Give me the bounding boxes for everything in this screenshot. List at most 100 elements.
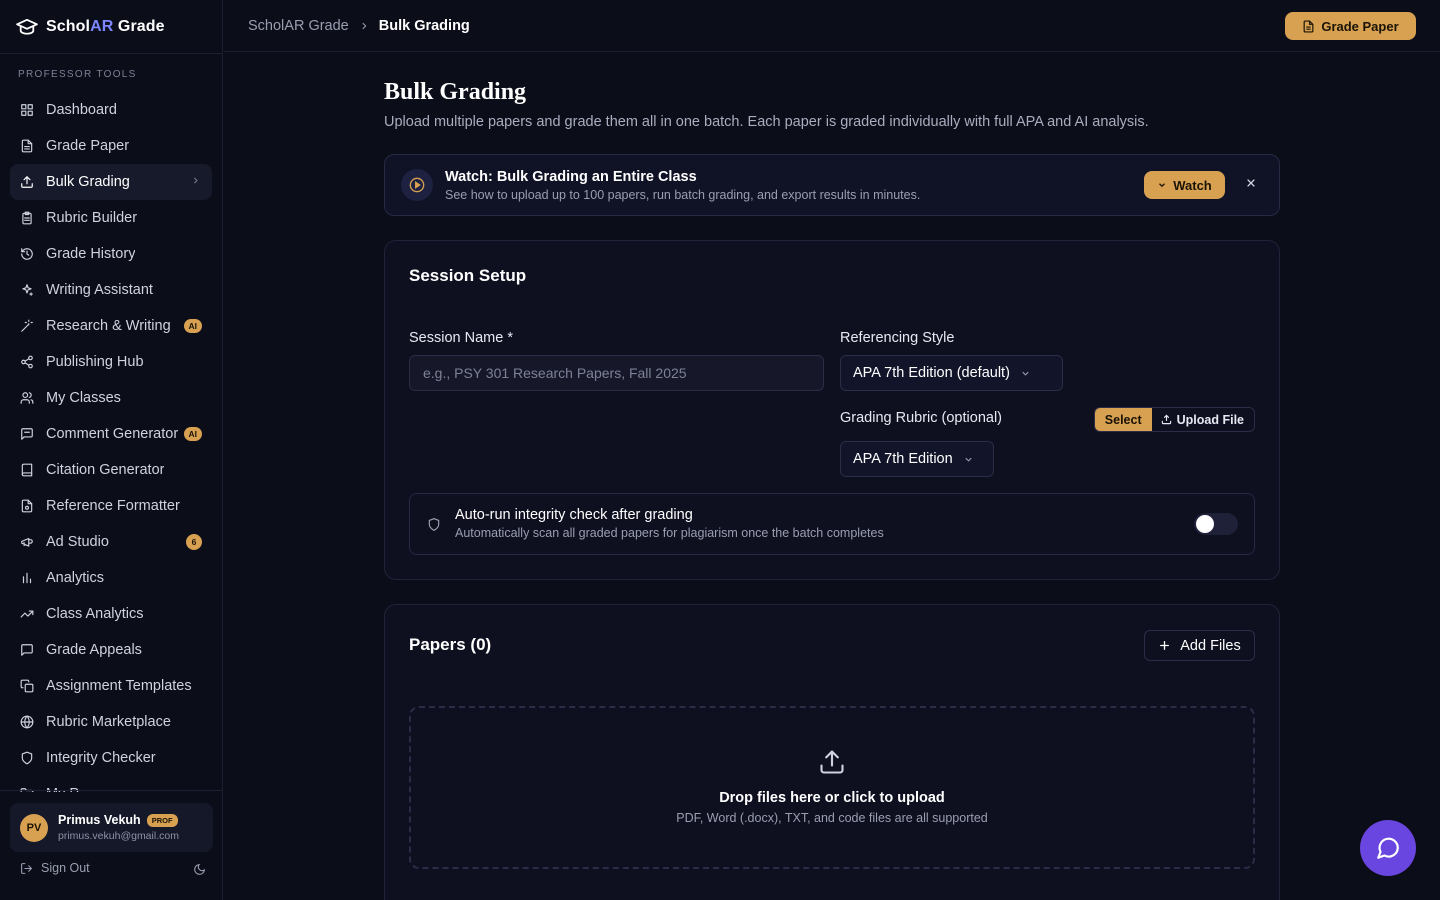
integrity-check-row: Auto-run integrity check after grading A… — [409, 493, 1255, 555]
chevron-down-icon — [1159, 183, 1166, 188]
sidebar-item-label: Research & Writing — [46, 318, 171, 334]
sidebar-item-my-classes[interactable]: My Classes — [10, 380, 212, 416]
sidebar-item-label: Publishing Hub — [46, 354, 144, 370]
trending-icon — [20, 610, 34, 618]
play-circle-icon[interactable] — [401, 169, 433, 201]
sidebar-item-publishing-hub[interactable]: Publishing Hub — [10, 344, 212, 380]
session-setup-card: Session Setup Session Name * e.g., PSY 3… — [384, 240, 1280, 580]
brand[interactable]: ScholAR Grade — [0, 0, 222, 54]
copy-icon — [20, 679, 34, 693]
message-circle-icon — [1377, 837, 1399, 859]
sidebar-item-label: Bulk Grading — [46, 174, 130, 190]
integrity-subtitle: Automatically scan all graded papers for… — [455, 526, 884, 540]
chevron-right-icon — [362, 22, 367, 29]
sidebar-item-label: Analytics — [46, 570, 105, 586]
rubric-select-tab[interactable]: Select — [1094, 408, 1152, 431]
grade-paper-button[interactable]: Grade Paper — [1285, 12, 1416, 40]
main-content: Bulk Grading Upload multiple papers and … — [384, 52, 1280, 900]
watch-title: Watch: Bulk Grading an Entire Class — [445, 168, 697, 185]
dropzone-title: Drop files here or click to upload — [719, 790, 945, 806]
dropzone-subtitle: PDF, Word (.docx), TXT, and code files a… — [676, 811, 988, 825]
sidebar-item-label: Integrity Checker — [46, 750, 156, 766]
sidebar-item-label: Rubric Marketplace — [46, 714, 171, 730]
user-email: primus.vekuh@gmail.com — [58, 830, 179, 842]
sidebar-item-assignment-templates[interactable]: Assignment Templates — [10, 668, 212, 704]
wand-icon — [21, 319, 33, 332]
rubric-upload-tab[interactable]: Upload File — [1152, 408, 1254, 431]
sidebar-item-label: Class Analytics — [46, 606, 144, 622]
sidebar: ScholAR Grade PROFESSOR TOOLS Dashboard G… — [0, 0, 223, 900]
message-square-icon — [21, 644, 33, 656]
moon-icon[interactable] — [193, 863, 206, 876]
log-out-icon — [21, 862, 33, 874]
file-icon — [21, 139, 33, 153]
sidebar-item-comment-generator[interactable]: Comment Generator AI — [10, 416, 212, 452]
session-name-input[interactable]: e.g., PSY 301 Research Papers, Fall 2025 — [409, 355, 824, 391]
watch-subtitle: See how to upload up to 100 papers, run … — [445, 187, 921, 202]
sidebar-item-bulk-grading[interactable]: Bulk Grading — [10, 164, 212, 200]
papers-title: Papers (0) — [409, 635, 492, 654]
integrity-toggle[interactable] — [1194, 513, 1238, 535]
user-card[interactable]: PV Primus Vekuh PROF primus.vekuh@gmail.c… — [10, 803, 213, 852]
sidebar-item-grade-history[interactable]: Grade History — [10, 236, 212, 272]
sidebar-item-integrity-checker[interactable]: Integrity Checker — [10, 740, 212, 776]
sidebar-item-analytics[interactable]: Analytics — [10, 560, 212, 596]
sidebar-item-reference-formatter[interactable]: Reference Formatter — [10, 488, 212, 524]
brand-name: ScholAR Grade — [46, 17, 165, 35]
shield-icon — [21, 751, 33, 765]
sidebar-item-citation-generator[interactable]: Citation Generator — [10, 452, 212, 488]
sidebar-item-grade-appeals[interactable]: Grade Appeals — [10, 632, 212, 668]
sidebar-item-label: My Classes — [46, 390, 121, 406]
plus-icon — [1160, 641, 1170, 650]
section-label: PROFESSOR TOOLS — [18, 69, 137, 80]
book-icon — [21, 463, 33, 477]
watch-button[interactable]: Watch — [1144, 171, 1225, 199]
chevron-right-icon — [194, 177, 198, 184]
history-icon — [21, 248, 33, 260]
sidebar-item-label: Citation Generator — [46, 462, 165, 478]
sidebar-item-label: Writing Assistant — [46, 282, 153, 298]
add-files-button[interactable]: Add Files — [1144, 630, 1255, 661]
sidebar-item-label: Grade Appeals — [46, 642, 142, 658]
sidebar-item-label: Dashboard — [46, 102, 117, 118]
breadcrumb-root[interactable]: ScholAR Grade — [248, 18, 349, 34]
count-badge: 6 — [186, 534, 202, 550]
role-badge: PROF — [146, 813, 178, 827]
users-icon — [20, 392, 34, 404]
bar-chart-icon — [22, 572, 32, 584]
chevron-down-icon — [965, 457, 972, 462]
chat-button[interactable] — [1360, 820, 1416, 876]
file-icon — [1303, 19, 1314, 33]
sidebar-item-label: Assignment Templates — [46, 678, 192, 694]
sidebar-item-ad-studio[interactable]: Ad Studio 6 — [10, 524, 212, 560]
sidebar-item-dashboard[interactable]: Dashboard — [10, 92, 212, 128]
sidebar-item-rubric-marketplace[interactable]: Rubric Marketplace — [10, 704, 212, 740]
sidebar-item-research-writing[interactable]: Research & Writing AI — [10, 308, 212, 344]
sidebar-item-label: Grade History — [46, 246, 136, 262]
ai-badge: AI — [183, 319, 202, 333]
topbar: ScholAR Grade Bulk Grading Grade Paper — [224, 0, 1440, 52]
chevron-down-icon — [1022, 371, 1029, 376]
sidebar-nav: Dashboard Grade Paper Bulk Grading Rubric B… — [10, 92, 212, 792]
user-name: Primus Vekuh — [58, 813, 141, 827]
page-subtitle: Upload multiple papers and grade them al… — [384, 114, 1149, 130]
referencing-style-select[interactable]: APA 7th Edition (default) — [840, 355, 1063, 391]
close-icon[interactable] — [1245, 177, 1257, 189]
watch-banner: Watch: Bulk Grading an Entire Class See … — [384, 154, 1280, 216]
sidebar-item-grade-paper[interactable]: Grade Paper — [10, 128, 212, 164]
papers-card: Papers (0) Add Files Drop files here or … — [384, 604, 1280, 900]
file-cog-icon — [21, 499, 33, 513]
file-dropzone[interactable]: Drop files here or click to upload PDF, … — [409, 706, 1255, 869]
sidebar-item-label: Rubric Builder — [46, 210, 138, 226]
sidebar-item-rubric-builder[interactable]: Rubric Builder — [10, 200, 212, 236]
sparkles-icon — [22, 284, 33, 296]
sidebar-item-class-analytics[interactable]: Class Analytics — [10, 596, 212, 632]
grading-rubric-select[interactable]: APA 7th Edition — [840, 441, 994, 477]
share-icon — [21, 355, 33, 369]
upload-icon — [1161, 414, 1171, 425]
page-title: Bulk Grading — [384, 79, 527, 105]
sidebar-item-writing-assistant[interactable]: Writing Assistant — [10, 272, 212, 308]
sign-out-button[interactable]: Sign Out — [20, 861, 90, 875]
sidebar-item-label: Comment Generator — [46, 426, 179, 442]
globe-icon — [20, 715, 34, 729]
